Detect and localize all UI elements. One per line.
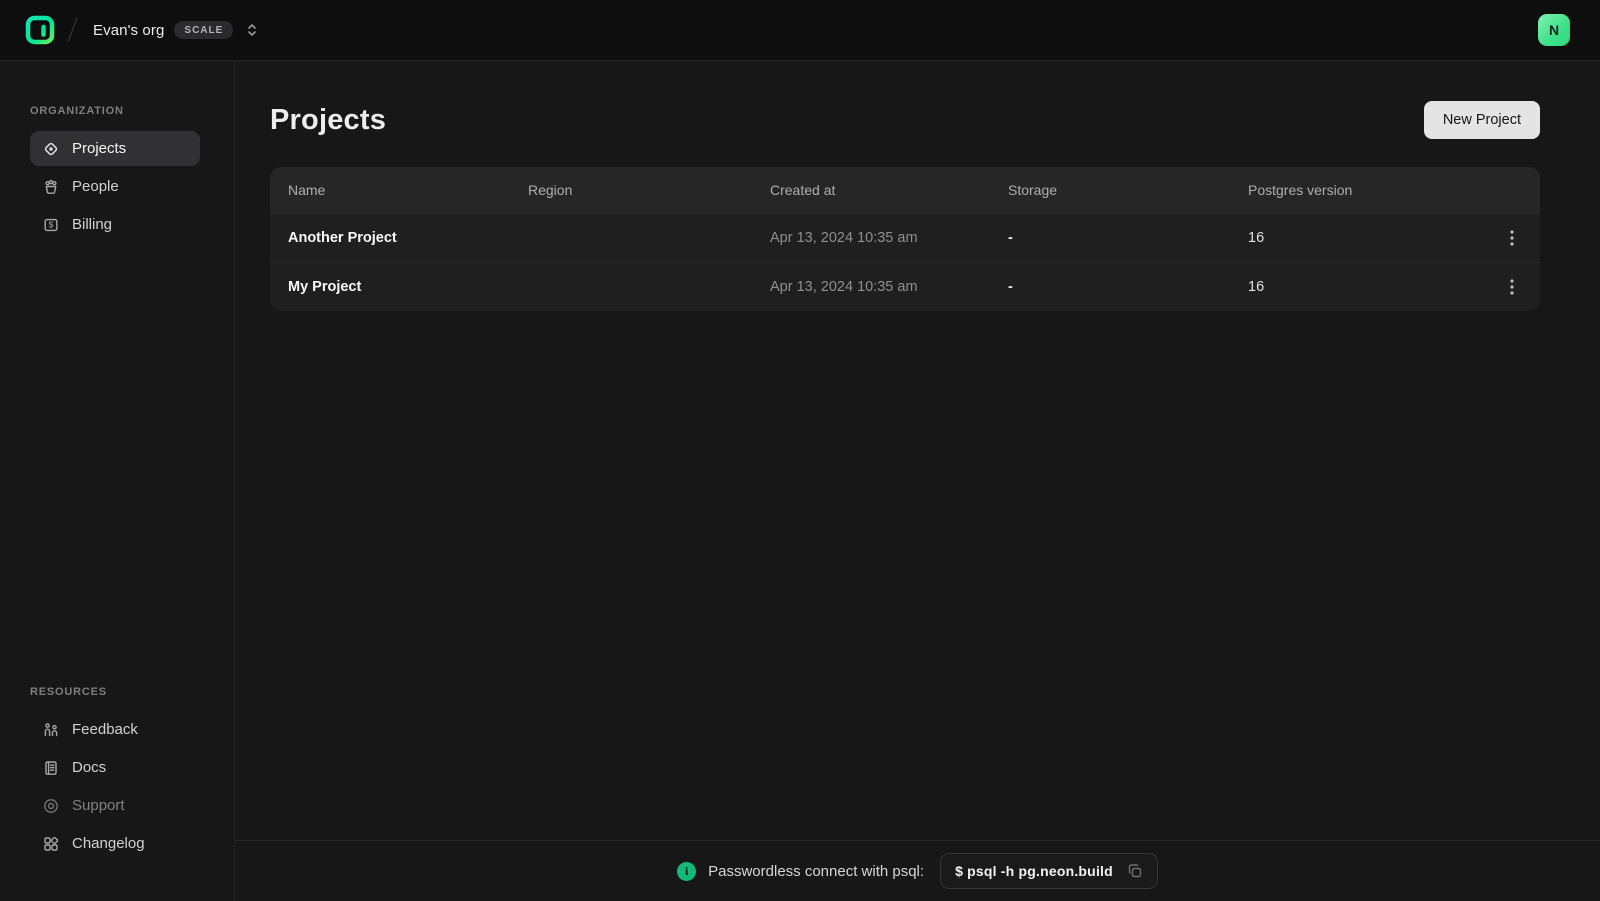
sidebar-spacer: [30, 242, 200, 686]
changelog-icon: [42, 835, 60, 853]
table-row[interactable]: My Project Apr 13, 2024 10:35 am - 16: [270, 262, 1540, 311]
chevron-up-down-icon: [245, 22, 259, 38]
project-postgres-version: 16: [1248, 230, 1486, 246]
sidebar-organization-list: Projects People $: [30, 131, 200, 242]
breadcrumb-slash: [68, 18, 78, 43]
project-created-at: Apr 13, 2024 10:35 am: [770, 230, 1008, 246]
projects-table: Name Region Created at Storage Postgres …: [270, 167, 1540, 311]
neon-logo-icon: [25, 15, 55, 45]
sidebar-item-label: Billing: [72, 216, 112, 233]
project-postgres-version: 16: [1248, 279, 1486, 295]
feedback-icon: [42, 721, 60, 739]
sidebar: ORGANIZATION Projects: [0, 61, 235, 901]
project-storage: -: [1008, 279, 1248, 295]
plan-badge: SCALE: [174, 21, 233, 39]
sidebar-item-label: People: [72, 178, 119, 195]
table-row[interactable]: Another Project Apr 13, 2024 10:35 am - …: [270, 213, 1540, 262]
column-header-postgres-version: Postgres version: [1248, 182, 1486, 198]
column-header-region: Region: [528, 182, 770, 198]
sidebar-item-billing[interactable]: $ Billing: [30, 207, 200, 242]
sidebar-item-label: Changelog: [72, 835, 145, 852]
avatar[interactable]: N: [1538, 14, 1570, 46]
sidebar-item-people[interactable]: People: [30, 169, 200, 204]
sidebar-item-label: Projects: [72, 140, 126, 157]
project-name[interactable]: Another Project: [288, 230, 528, 246]
support-icon: [42, 797, 60, 815]
column-header-name: Name: [288, 182, 528, 198]
sidebar-resources-list: Feedback Docs: [30, 712, 200, 861]
topbar: Evan's org SCALE N: [0, 0, 1600, 61]
psql-connect-message: Passwordless connect with psql:: [708, 863, 924, 880]
neon-logo[interactable]: [24, 14, 56, 46]
main-header: Projects New Project: [270, 101, 1540, 139]
column-header-created-at: Created at: [770, 182, 1008, 198]
row-menu-button[interactable]: [1498, 224, 1526, 252]
sidebar-item-support[interactable]: Support: [30, 788, 200, 823]
psql-command-box: $ psql -h pg.neon.build: [940, 853, 1158, 889]
project-storage: -: [1008, 230, 1248, 246]
main: Projects New Project Name Region Created…: [235, 61, 1600, 901]
copy-icon: [1127, 863, 1143, 879]
page-title: Projects: [270, 104, 386, 137]
psql-command: $ psql -h pg.neon.build: [955, 863, 1113, 879]
people-icon: [42, 178, 60, 196]
copy-command-button[interactable]: [1127, 863, 1143, 879]
org-name[interactable]: Evan's org: [93, 22, 164, 39]
sidebar-item-label: Feedback: [72, 721, 138, 738]
sidebar-heading-resources: RESOURCES: [30, 686, 200, 698]
sidebar-item-feedback[interactable]: Feedback: [30, 712, 200, 747]
project-created-at: Apr 13, 2024 10:35 am: [770, 279, 1008, 295]
billing-icon: $: [42, 216, 60, 234]
psql-connect-bar: i Passwordless connect with psql: $ psql…: [235, 840, 1600, 901]
kebab-icon: [1510, 230, 1514, 246]
sidebar-item-label: Docs: [72, 759, 106, 776]
docs-icon: [42, 759, 60, 777]
sidebar-item-changelog[interactable]: Changelog: [30, 826, 200, 861]
main-content: Projects New Project Name Region Created…: [235, 61, 1600, 840]
table-header-row: Name Region Created at Storage Postgres …: [270, 167, 1540, 213]
sidebar-heading-organization: ORGANIZATION: [30, 105, 200, 117]
row-menu-button[interactable]: [1498, 273, 1526, 301]
sidebar-item-projects[interactable]: Projects: [30, 131, 200, 166]
project-name[interactable]: My Project: [288, 279, 528, 295]
layout: ORGANIZATION Projects: [0, 61, 1600, 901]
kebab-icon: [1510, 279, 1514, 295]
sidebar-item-label: Support: [72, 797, 125, 814]
org-switcher-button[interactable]: [245, 22, 259, 38]
info-icon: i: [677, 862, 696, 881]
sidebar-item-docs[interactable]: Docs: [30, 750, 200, 785]
column-header-storage: Storage: [1008, 182, 1248, 198]
projects-icon: [42, 140, 60, 158]
svg-text:$: $: [49, 219, 54, 229]
new-project-button[interactable]: New Project: [1424, 101, 1540, 139]
